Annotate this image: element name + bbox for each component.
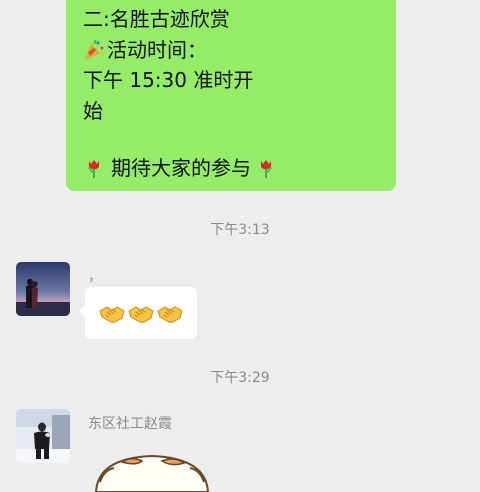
timestamp: 下午3:13 (210, 222, 270, 238)
message-bubble-other[interactable] (79, 287, 197, 339)
avatar[interactable] (16, 262, 70, 316)
sender-name: ， (88, 269, 102, 285)
message-line: 活动时间： (83, 35, 396, 66)
timestamp: 下午3:29 (210, 370, 270, 386)
handshake-icon (99, 306, 125, 323)
message-bubble-self[interactable]: 二:名胜古迹欣赏 活动时间： 下午 15:30 准时开 始 期待大家的参与 (66, 0, 396, 191)
message-line: 下午 15:30 准时开 (83, 68, 254, 92)
message-line: 期待大家的参与 (83, 153, 396, 184)
tulip-icon (255, 157, 277, 179)
sender-name: 东区社工赵霞 (88, 416, 172, 432)
message-line: 始 (83, 98, 103, 123)
handshake-icon (157, 306, 183, 323)
avatar[interactable] (16, 409, 70, 463)
party-popper-icon (83, 39, 105, 61)
tulip-icon (83, 157, 105, 179)
handshake-icon (128, 306, 154, 323)
message-line: 二:名胜古迹欣赏 (83, 7, 230, 31)
sticker-image[interactable] (92, 452, 212, 492)
